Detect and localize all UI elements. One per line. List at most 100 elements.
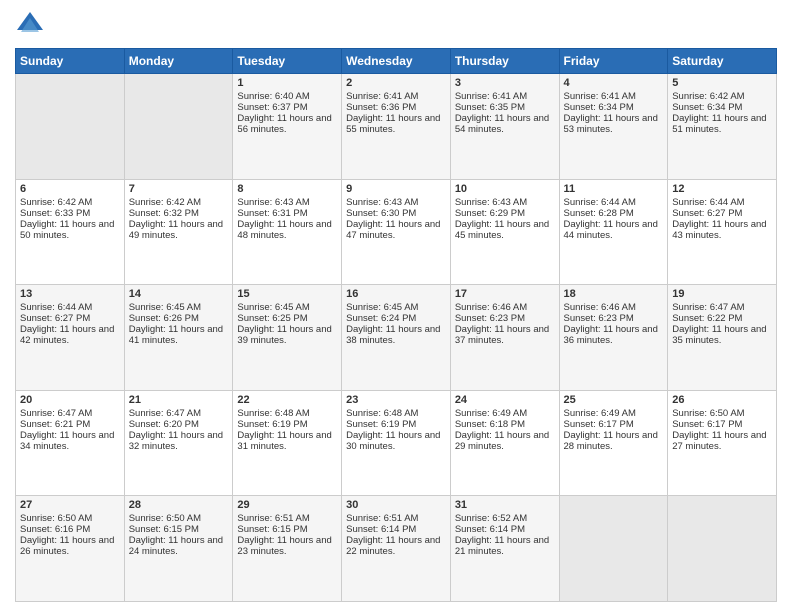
sunrise: Sunrise: 6:41 AM <box>455 91 555 102</box>
daylight: Daylight: 11 hours and 54 minutes. <box>455 113 555 135</box>
daylight: Daylight: 11 hours and 37 minutes. <box>455 324 555 346</box>
sunrise: Sunrise: 6:47 AM <box>20 408 120 419</box>
sunset: Sunset: 6:23 PM <box>455 313 555 324</box>
sunrise: Sunrise: 6:51 AM <box>346 513 446 524</box>
daylight: Daylight: 11 hours and 22 minutes. <box>346 535 446 557</box>
calendar-cell: 5 Sunrise: 6:42 AMSunset: 6:34 PMDaylight… <box>668 74 777 180</box>
sunrise: Sunrise: 6:46 AM <box>564 302 664 313</box>
sunset: Sunset: 6:15 PM <box>129 524 229 535</box>
calendar-cell: 10Sunrise: 6:43 AMSunset: 6:29 PMDayligh… <box>450 179 559 285</box>
day-header: Saturday <box>668 49 777 74</box>
sunrise: Sunrise: 6:45 AM <box>129 302 229 313</box>
day-number: 5 <box>672 77 772 89</box>
day-number: 31 <box>455 499 555 511</box>
sunrise: Sunrise: 6:47 AM <box>672 302 772 313</box>
sunset: Sunset: 6:28 PM <box>564 208 664 219</box>
calendar-cell <box>16 74 125 180</box>
daylight: Daylight: 11 hours and 29 minutes. <box>455 430 555 452</box>
daylight: Daylight: 11 hours and 32 minutes. <box>129 430 229 452</box>
day-number: 20 <box>20 394 120 406</box>
daylight: Daylight: 11 hours and 23 minutes. <box>237 535 337 557</box>
sunset: Sunset: 6:19 PM <box>237 419 337 430</box>
day-number: 10 <box>455 183 555 195</box>
header <box>15 10 777 40</box>
sunset: Sunset: 6:20 PM <box>129 419 229 430</box>
sunset: Sunset: 6:31 PM <box>237 208 337 219</box>
calendar-cell: 11Sunrise: 6:44 AMSunset: 6:28 PMDayligh… <box>559 179 668 285</box>
calendar-cell: 18Sunrise: 6:46 AMSunset: 6:23 PMDayligh… <box>559 285 668 391</box>
day-number: 18 <box>564 288 664 300</box>
day-header: Friday <box>559 49 668 74</box>
sunset: Sunset: 6:35 PM <box>455 102 555 113</box>
calendar-cell: 9Sunrise: 6:43 AMSunset: 6:30 PMDaylight… <box>342 179 451 285</box>
calendar-cell: 14Sunrise: 6:45 AMSunset: 6:26 PMDayligh… <box>124 285 233 391</box>
calendar-cell: 2Sunrise: 6:41 AMSunset: 6:36 PMDaylight… <box>342 74 451 180</box>
daylight: Daylight: 11 hours and 53 minutes. <box>564 113 664 135</box>
sunrise: Sunrise: 6:47 AM <box>129 408 229 419</box>
calendar-cell: 27Sunrise: 6:50 AMSunset: 6:16 PMDayligh… <box>16 496 125 602</box>
sunrise: Sunrise: 6:42 AM <box>20 197 120 208</box>
calendar-cell: 30Sunrise: 6:51 AMSunset: 6:14 PMDayligh… <box>342 496 451 602</box>
calendar-week-row: 27Sunrise: 6:50 AMSunset: 6:16 PMDayligh… <box>16 496 777 602</box>
calendar-cell: 12Sunrise: 6:44 AMSunset: 6:27 PMDayligh… <box>668 179 777 285</box>
sunrise: Sunrise: 6:43 AM <box>455 197 555 208</box>
daylight: Daylight: 11 hours and 56 minutes. <box>237 113 337 135</box>
day-number: 13 <box>20 288 120 300</box>
calendar-cell: 17Sunrise: 6:46 AMSunset: 6:23 PMDayligh… <box>450 285 559 391</box>
sunrise: Sunrise: 6:49 AM <box>455 408 555 419</box>
sunset: Sunset: 6:27 PM <box>672 208 772 219</box>
sunrise: Sunrise: 6:43 AM <box>346 197 446 208</box>
day-number: 23 <box>346 394 446 406</box>
sunset: Sunset: 6:15 PM <box>237 524 337 535</box>
day-header: Monday <box>124 49 233 74</box>
day-number: 6 <box>20 183 120 195</box>
sunset: Sunset: 6:25 PM <box>237 313 337 324</box>
daylight: Daylight: 11 hours and 34 minutes. <box>20 430 120 452</box>
daylight: Daylight: 11 hours and 30 minutes. <box>346 430 446 452</box>
calendar-cell: 31Sunrise: 6:52 AMSunset: 6:14 PMDayligh… <box>450 496 559 602</box>
daylight: Daylight: 11 hours and 36 minutes. <box>564 324 664 346</box>
calendar-cell: 28Sunrise: 6:50 AMSunset: 6:15 PMDayligh… <box>124 496 233 602</box>
sunrise: Sunrise: 6:41 AM <box>346 91 446 102</box>
day-number: 27 <box>20 499 120 511</box>
daylight: Daylight: 11 hours and 39 minutes. <box>237 324 337 346</box>
daylight: Daylight: 11 hours and 42 minutes. <box>20 324 120 346</box>
sunrise: Sunrise: 6:49 AM <box>564 408 664 419</box>
calendar-cell: 13Sunrise: 6:44 AMSunset: 6:27 PMDayligh… <box>16 285 125 391</box>
sunset: Sunset: 6:19 PM <box>346 419 446 430</box>
day-number: 29 <box>237 499 337 511</box>
day-number: 28 <box>129 499 229 511</box>
sunrise: Sunrise: 6:50 AM <box>672 408 772 419</box>
daylight: Daylight: 11 hours and 27 minutes. <box>672 430 772 452</box>
sunset: Sunset: 6:26 PM <box>129 313 229 324</box>
daylight: Daylight: 11 hours and 21 minutes. <box>455 535 555 557</box>
sunset: Sunset: 6:17 PM <box>672 419 772 430</box>
day-number: 12 <box>672 183 772 195</box>
daylight: Daylight: 11 hours and 51 minutes. <box>672 113 772 135</box>
calendar-cell: 6Sunrise: 6:42 AMSunset: 6:33 PMDaylight… <box>16 179 125 285</box>
calendar-week-row: 20Sunrise: 6:47 AMSunset: 6:21 PMDayligh… <box>16 390 777 496</box>
day-number: 7 <box>129 183 229 195</box>
calendar-cell: 19Sunrise: 6:47 AMSunset: 6:22 PMDayligh… <box>668 285 777 391</box>
daylight: Daylight: 11 hours and 35 minutes. <box>672 324 772 346</box>
daylight: Daylight: 11 hours and 38 minutes. <box>346 324 446 346</box>
calendar-cell: 25Sunrise: 6:49 AMSunset: 6:17 PMDayligh… <box>559 390 668 496</box>
calendar-cell: 4Sunrise: 6:41 AMSunset: 6:34 PMDaylight… <box>559 74 668 180</box>
sunset: Sunset: 6:27 PM <box>20 313 120 324</box>
sunrise: Sunrise: 6:42 AM <box>672 91 772 102</box>
calendar-cell: 1Sunrise: 6:40 AMSunset: 6:37 PMDaylight… <box>233 74 342 180</box>
day-number: 22 <box>237 394 337 406</box>
sunset: Sunset: 6:29 PM <box>455 208 555 219</box>
daylight: Daylight: 11 hours and 24 minutes. <box>129 535 229 557</box>
calendar-cell: 29Sunrise: 6:51 AMSunset: 6:15 PMDayligh… <box>233 496 342 602</box>
daylight: Daylight: 11 hours and 49 minutes. <box>129 219 229 241</box>
day-number: 1 <box>237 77 337 89</box>
calendar-cell <box>668 496 777 602</box>
sunset: Sunset: 6:14 PM <box>455 524 555 535</box>
calendar-cell: 22Sunrise: 6:48 AMSunset: 6:19 PMDayligh… <box>233 390 342 496</box>
sunset: Sunset: 6:34 PM <box>672 102 772 113</box>
daylight: Daylight: 11 hours and 47 minutes. <box>346 219 446 241</box>
day-number: 17 <box>455 288 555 300</box>
day-number: 16 <box>346 288 446 300</box>
calendar-header-row: SundayMondayTuesdayWednesdayThursdayFrid… <box>16 49 777 74</box>
